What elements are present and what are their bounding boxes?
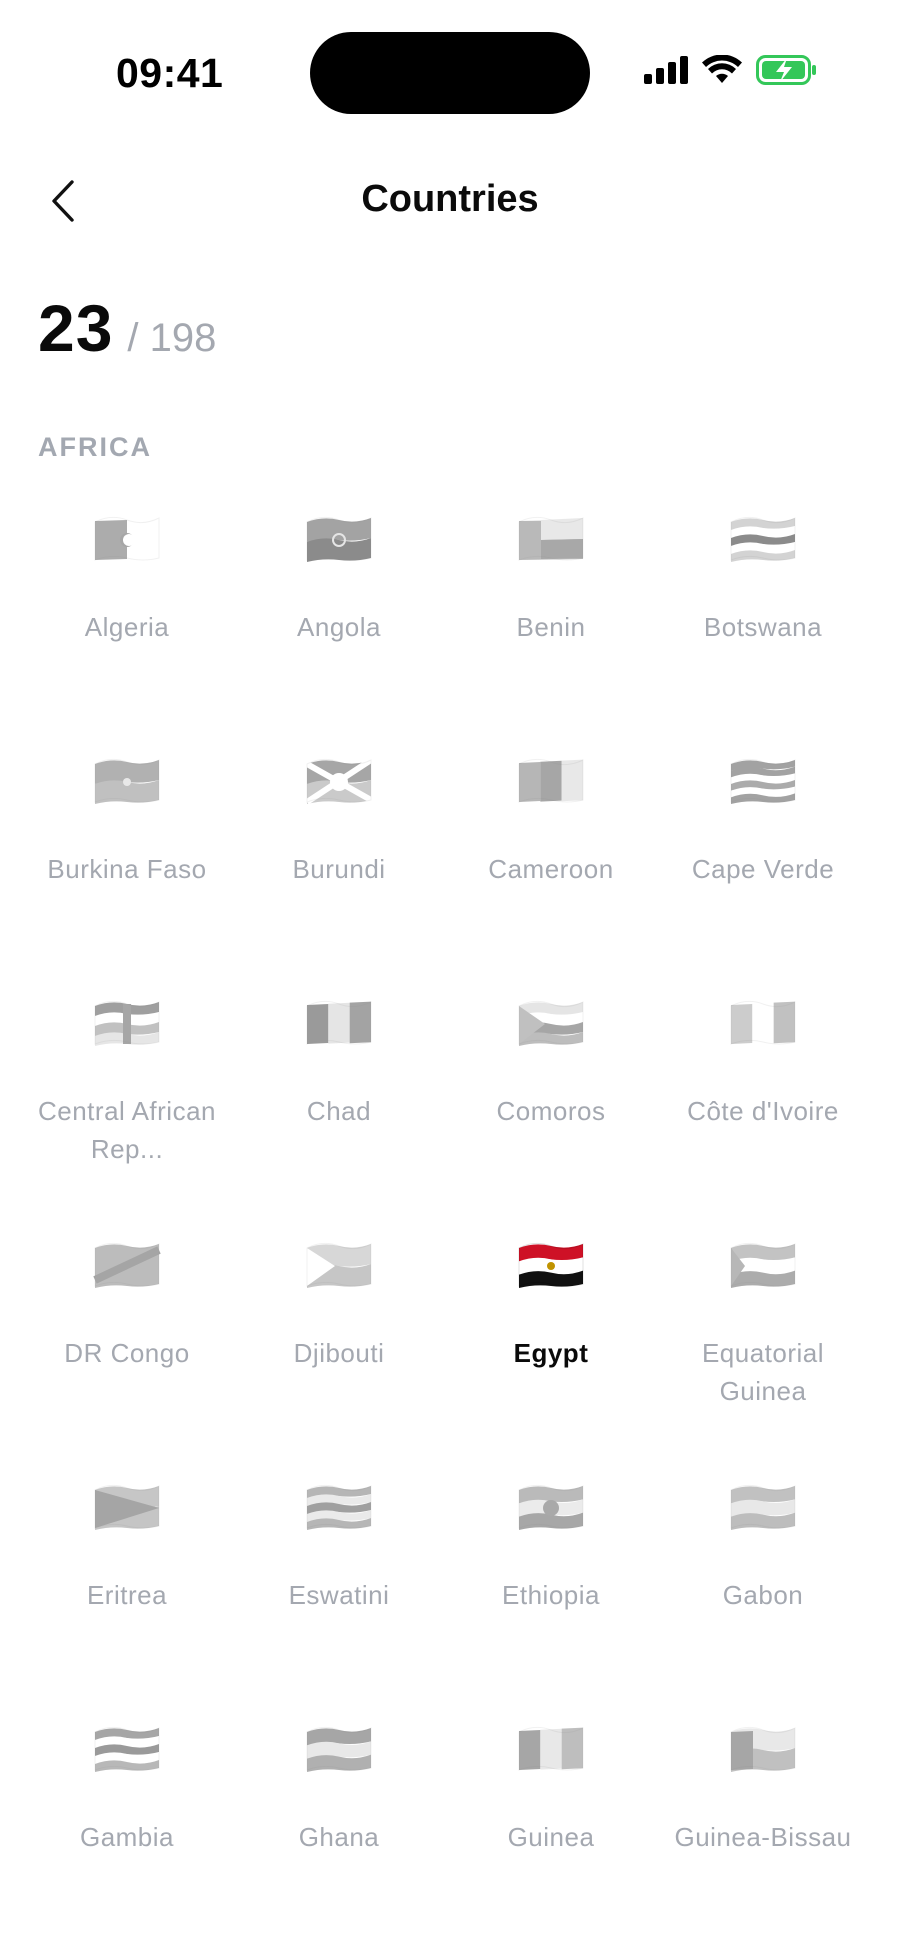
cape-verde-flag-icon — [727, 752, 799, 810]
algeria-flag-icon — [91, 510, 163, 568]
country-name: Benin — [516, 612, 586, 642]
equatorial-guinea-flag-icon — [727, 1236, 799, 1294]
country-grid: Algeria Angola Benin Botswana Burkina Faso Bu… — [21, 502, 869, 1954]
page-title: Countries — [361, 178, 539, 220]
status-icons — [644, 52, 818, 92]
burkina-faso-flag-icon — [91, 752, 163, 810]
djibouti-flag-icon — [303, 1236, 375, 1294]
burundi-flag-icon — [303, 752, 375, 810]
country-name: Algeria — [84, 612, 170, 642]
country-item[interactable]: Comoros — [445, 986, 657, 1228]
country-item[interactable]: Algeria — [21, 502, 233, 744]
country-item[interactable]: Gabon — [657, 1470, 869, 1712]
dr-congo-flag-icon — [91, 1236, 163, 1294]
eswatini-flag-icon — [303, 1478, 375, 1536]
dynamic-island — [310, 32, 590, 114]
country-name: Gabon — [722, 1580, 804, 1610]
eritrea-flag-icon — [91, 1478, 163, 1536]
country-name: Angola — [297, 612, 381, 642]
gabon-flag-icon — [727, 1478, 799, 1536]
country-item[interactable]: Guinea-Bissau — [657, 1712, 869, 1954]
country-name: Gambia — [79, 1822, 175, 1852]
visited-count-value: 23 — [38, 291, 114, 365]
guinea-bissau-flag-icon — [727, 1720, 799, 1778]
comoros-flag-icon — [515, 994, 587, 1052]
country-name: Burkina Faso — [47, 854, 207, 884]
country-item[interactable]: Ghana — [233, 1712, 445, 1954]
country-name: Comoros — [496, 1096, 606, 1126]
battery-charging-icon — [756, 54, 818, 90]
cellular-signal-icon — [644, 55, 688, 89]
wifi-icon — [702, 54, 742, 90]
country-item[interactable]: Chad — [233, 986, 445, 1228]
nav-bar: Countries — [0, 160, 900, 244]
benin-flag-icon — [515, 510, 587, 568]
country-name: Guinea — [507, 1822, 595, 1852]
total-count: / 198 — [127, 316, 217, 360]
ethiopia-flag-icon — [515, 1478, 587, 1536]
gambia-flag-icon — [91, 1720, 163, 1778]
country-name: Cape Verde — [691, 854, 835, 884]
angola-flag-icon — [303, 510, 375, 568]
country-item[interactable]: Cameroon — [445, 744, 657, 986]
country-name: Guinea-Bissau — [674, 1822, 852, 1852]
central-african-republic-flag-icon — [91, 994, 163, 1052]
country-item[interactable]: Egypt — [445, 1228, 657, 1470]
country-item[interactable]: Eritrea — [21, 1470, 233, 1712]
country-name: Central African Rep... — [37, 1096, 217, 1164]
country-name: Eritrea — [86, 1580, 168, 1610]
country-item[interactable]: Gambia — [21, 1712, 233, 1954]
country-item[interactable]: Eswatini — [233, 1470, 445, 1712]
country-item[interactable]: Ethiopia — [445, 1470, 657, 1712]
country-name: Côte d'Ivoire — [687, 1096, 839, 1126]
country-name: Djibouti — [293, 1338, 385, 1368]
country-item[interactable]: Guinea — [445, 1712, 657, 1954]
country-item[interactable]: Central African Rep... — [21, 986, 233, 1228]
section-header-africa: AFRICA — [38, 432, 152, 462]
country-name: Chad — [306, 1096, 372, 1126]
country-name: Egypt — [513, 1338, 589, 1368]
country-name: Botswana — [703, 612, 823, 642]
visited-count: 23 / 198 — [38, 290, 216, 366]
status-time: 09:41 — [116, 50, 224, 96]
country-name: DR Congo — [64, 1338, 190, 1368]
country-item[interactable]: Benin — [445, 502, 657, 744]
country-item[interactable]: Côte d'Ivoire — [657, 986, 869, 1228]
country-name: Cameroon — [488, 854, 614, 884]
country-item[interactable]: Cape Verde — [657, 744, 869, 986]
country-item[interactable]: Equatorial Guinea — [657, 1228, 869, 1470]
country-name: Burundi — [292, 854, 386, 884]
chad-flag-icon — [303, 994, 375, 1052]
botswana-flag-icon — [727, 510, 799, 568]
country-item[interactable]: Djibouti — [233, 1228, 445, 1470]
country-name: Ethiopia — [502, 1580, 600, 1610]
country-item[interactable]: Burundi — [233, 744, 445, 986]
status-bar: 09:41 — [0, 0, 900, 140]
country-name: Eswatini — [288, 1580, 390, 1610]
country-item[interactable]: Angola — [233, 502, 445, 744]
guinea-flag-icon — [515, 1720, 587, 1778]
egypt-flag-icon — [515, 1236, 587, 1294]
ghana-flag-icon — [303, 1720, 375, 1778]
cameroon-flag-icon — [515, 752, 587, 810]
country-item[interactable]: Burkina Faso — [21, 744, 233, 986]
cote-divoire-flag-icon — [727, 994, 799, 1052]
country-name: Equatorial Guinea — [701, 1338, 825, 1406]
country-item[interactable]: Botswana — [657, 502, 869, 744]
country-item[interactable]: DR Congo — [21, 1228, 233, 1470]
country-name: Ghana — [298, 1822, 380, 1852]
